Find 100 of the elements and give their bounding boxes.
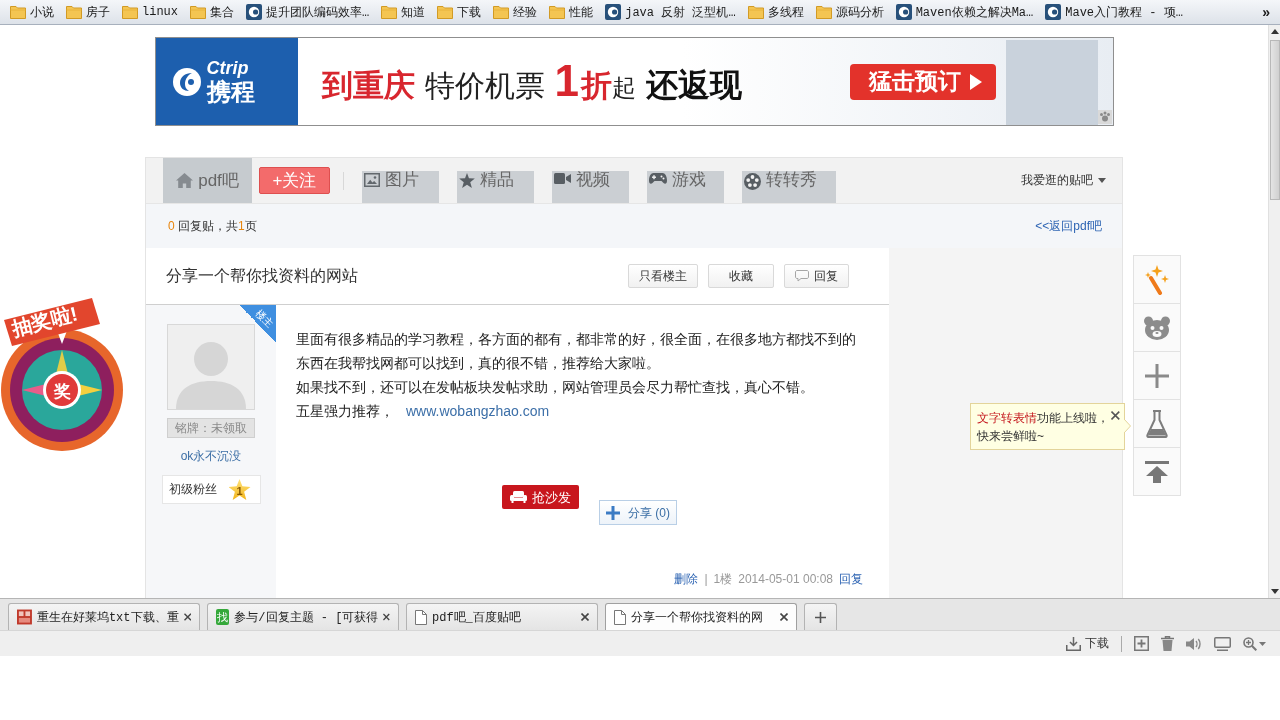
- side-tool-button[interactable]: [1133, 351, 1181, 400]
- share-button[interactable]: 分享 (0): [599, 500, 677, 525]
- favicon-badge: 找: [216, 609, 230, 625]
- bookmark-item[interactable]: 经验: [493, 3, 538, 21]
- zoom-icon: [1243, 636, 1257, 651]
- reply-summary: 0 回复贴，共1页: [168, 217, 257, 235]
- image-icon: [364, 173, 380, 187]
- zoom-menu[interactable]: [1243, 636, 1266, 651]
- side-tool-button[interactable]: [1133, 399, 1181, 448]
- floor-number: 1楼: [713, 571, 733, 587]
- image-favicon-icon: [17, 609, 32, 625]
- bookmark-item[interactable]: 多线程: [747, 3, 804, 21]
- grab-sofa-button[interactable]: 抢沙发: [502, 485, 579, 509]
- bookmark-item[interactable]: 集合: [190, 3, 234, 21]
- favorite-forums-menu[interactable]: 我爱逛的贴吧: [1021, 172, 1106, 189]
- ad-slogan-text: 还返现: [646, 68, 742, 104]
- side-tool-button[interactable]: [1133, 447, 1181, 496]
- delete-link[interactable]: 删除: [674, 571, 699, 587]
- owner-ribbon: 楼主: [239, 305, 276, 342]
- back-to-forum-link[interactable]: <<返回pdf吧: [1035, 217, 1102, 235]
- folder-icon: [66, 5, 82, 19]
- banner-ribbon[interactable]: [4, 298, 100, 346]
- logo-wordmark: Ctrip: [206, 59, 250, 77]
- rank-label: 初级粉丝: [168, 481, 217, 498]
- reply-link[interactable]: 回复: [839, 571, 863, 587]
- side-tool-button[interactable]: [1133, 255, 1181, 304]
- folder-icon: [747, 5, 764, 19]
- lottery-banner-text[interactable]: 抽奖啦!: [9, 302, 80, 340]
- plus-icon: [815, 611, 826, 623]
- page-logo-icon: [605, 4, 622, 20]
- forum-tab[interactable]: 转转秀: [742, 171, 836, 203]
- folder-icon: [381, 5, 398, 19]
- download-button[interactable]: 下载: [1066, 635, 1109, 652]
- side-tool-button[interactable]: [1133, 303, 1181, 352]
- trash-icon[interactable]: [1161, 636, 1174, 651]
- browser-tab[interactable]: 分享一个帮你找资料的网: [605, 603, 797, 630]
- close-icon[interactable]: [183, 613, 191, 621]
- speaker-icon[interactable]: [1186, 636, 1202, 651]
- bear-face-icon: [1144, 315, 1170, 340]
- tooltip-text: 文字转表情功能上线啦，快来尝鲜啦~: [977, 410, 1110, 445]
- footer-separator: |: [704, 571, 708, 587]
- vertical-scrollbar[interactable]: [1268, 25, 1280, 598]
- forum-tab[interactable]: 视频: [552, 171, 629, 203]
- more-bookmarks-button[interactable]: »: [1262, 4, 1270, 20]
- scroll-down-icon[interactable]: [1270, 589, 1279, 594]
- page-icon: [614, 609, 626, 625]
- scroll-up-icon[interactable]: [1270, 29, 1279, 34]
- bookmark-item[interactable]: Mave入门教程 - 项…: [1045, 3, 1183, 21]
- browser-tab[interactable]: pdf吧_百度贴吧: [406, 603, 598, 630]
- book-now-button[interactable]: 猛击预订: [849, 63, 996, 100]
- bookmark-item[interactable]: Maven依赖之解决Ma…: [895, 3, 1034, 21]
- folder-icon: [493, 5, 510, 19]
- bookmark-item[interactable]: 性能: [549, 3, 594, 21]
- plus-icon: [1145, 363, 1169, 388]
- magic-wand-icon: [1145, 264, 1169, 295]
- folder-icon: [190, 5, 206, 19]
- forum-tab[interactable]: 图片: [362, 171, 439, 203]
- swirl-logo-icon: [171, 66, 202, 97]
- website-link[interactable]: www.wobangzhao.com: [406, 403, 550, 419]
- forum-tab[interactable]: 游戏: [647, 171, 724, 203]
- bookmark-item[interactable]: java 反射 泛型机…: [605, 3, 736, 21]
- caret-icon: [1098, 178, 1106, 183]
- browser-tab[interactable]: 找 参与/回复主题 - [可获得: [207, 603, 399, 630]
- download-icon: [1066, 636, 1081, 651]
- post-action-button[interactable]: 收藏: [708, 264, 774, 288]
- post-action-button[interactable]: 只看楼主: [628, 264, 698, 288]
- plus-icon: [606, 505, 620, 520]
- bookmark-item[interactable]: 知道: [381, 3, 426, 21]
- browser-tab[interactable]: 重生在好莱坞txt下载、重: [8, 603, 200, 630]
- bookmark-item[interactable]: linux: [122, 5, 178, 19]
- forum-tab[interactable]: pdf吧: [163, 158, 252, 203]
- caret-icon: [1259, 641, 1266, 646]
- forum-tab[interactable]: 精品: [457, 171, 534, 203]
- ad-slogan-text: 1折起: [554, 57, 636, 106]
- post-action-button[interactable]: 回复: [784, 264, 849, 288]
- bookmark-item[interactable]: 提升团队编码效率…: [246, 3, 370, 21]
- bookmark-item[interactable]: 房子: [66, 3, 110, 21]
- add-box-icon[interactable]: [1134, 636, 1149, 651]
- new-tab-button[interactable]: [804, 603, 837, 630]
- bookmark-item[interactable]: 小说: [10, 3, 54, 21]
- close-icon[interactable]: [383, 613, 390, 621]
- monitor-icon[interactable]: [1214, 636, 1231, 651]
- close-icon[interactable]: [780, 613, 788, 621]
- username-link[interactable]: ok永不沉没: [180, 448, 242, 465]
- logo-name: 携程: [206, 80, 255, 104]
- post-paragraph: 如果找不到，还可以在发帖板块发帖求助，网站管理员会尽力帮忙查找，真心不错。: [296, 378, 815, 397]
- ad-slogan-text: 特价机票: [424, 69, 545, 103]
- folder-icon: [437, 5, 454, 19]
- gamepad-icon: [649, 173, 667, 185]
- bookmark-item[interactable]: 源码分析: [815, 3, 884, 21]
- close-icon[interactable]: [581, 613, 589, 621]
- page-logo-icon: [246, 4, 262, 20]
- close-icon[interactable]: [1111, 411, 1120, 420]
- page-icon: [415, 609, 427, 625]
- scrollbar-thumb[interactable]: [1269, 40, 1280, 200]
- post-title: 分享一个帮你找资料的网站: [166, 265, 358, 286]
- folder-icon: [549, 5, 566, 19]
- home-icon: [176, 173, 194, 188]
- bookmark-item[interactable]: 下载: [437, 3, 482, 21]
- ad-banner[interactable]: Ctrip 携程 到重庆 特价机票 1折起 还返现 猛击预订: [154, 37, 1114, 126]
